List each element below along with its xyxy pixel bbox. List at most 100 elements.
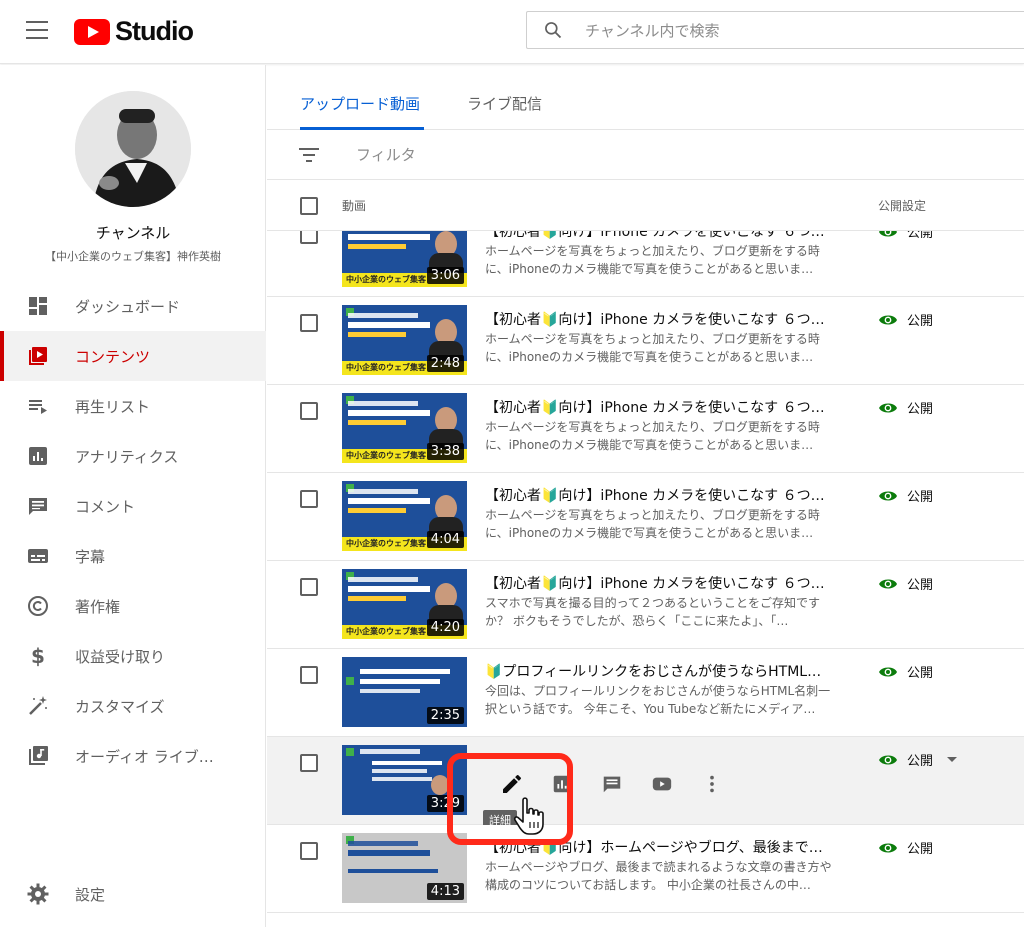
visibility-label: 公開 bbox=[907, 402, 934, 417]
video-thumbnail[interactable]: 4:13 bbox=[342, 833, 467, 903]
visibility-dropdown[interactable]: 公開 bbox=[878, 750, 958, 769]
table-row[interactable]: 中小企業のウェブ集客 4:20 【初心者🔰向け】iPhone カメラを使いこなす… bbox=[267, 561, 1024, 649]
sidebar-item-label: 著作権 bbox=[75, 598, 121, 616]
hand-cursor-icon bbox=[513, 797, 544, 835]
video-thumbnail[interactable]: 中小企業のウェブ集客 3:06 bbox=[342, 231, 467, 287]
sidebar-item-label: 字幕 bbox=[75, 548, 106, 566]
visibility-status[interactable]: 公開 bbox=[878, 838, 933, 857]
sidebar-item-label: ダッシュボード bbox=[75, 298, 181, 316]
table-row[interactable]: 中小企業のウェブ集客 4:04 【初心者🔰向け】iPhone カメラを使いこなす… bbox=[267, 473, 1024, 561]
video-duration: 4:04 bbox=[426, 531, 464, 548]
visibility-status[interactable]: 公開 bbox=[878, 231, 933, 241]
view-on-youtube-button[interactable] bbox=[637, 769, 687, 799]
sidebar-item-customize[interactable]: カスタマイズ bbox=[0, 681, 266, 731]
thumbnail-caption: 中小企業のウェブ集客 bbox=[346, 539, 426, 548]
sidebar-item-monetization[interactable]: $ 収益受け取り bbox=[0, 631, 266, 681]
select-all-checkbox[interactable] bbox=[300, 197, 318, 215]
sidebar-item-copyright[interactable]: 著作権 bbox=[0, 581, 266, 631]
eye-icon bbox=[879, 231, 897, 236]
column-header-visibility[interactable]: 公開設定 bbox=[878, 197, 926, 214]
video-duration: 4:13 bbox=[426, 883, 464, 900]
table-row[interactable]: 中小企業のウェブ集客 2:48 【初心者🔰向け】iPhone カメラを使いこなす… bbox=[267, 297, 1024, 385]
menu-icon[interactable] bbox=[26, 21, 48, 39]
video-description: ホームページやブログ、最後まで読まれるような文章の書き方や構成のコツについてお話… bbox=[485, 860, 832, 892]
video-title[interactable]: 【初心者🔰向け】iPhone カメラを使いこなす ６つの撮… bbox=[485, 231, 835, 241]
sidebar-item-audio-library[interactable]: オーディオ ライブ… bbox=[0, 731, 266, 781]
video-description: ホームページを写真をちょっと加えたり、ブログ更新をする時に、iPhoneのカメラ… bbox=[485, 508, 820, 540]
more-options-button[interactable] bbox=[687, 769, 737, 799]
video-thumbnail[interactable]: 2:35 bbox=[342, 657, 467, 727]
row-checkbox[interactable] bbox=[300, 402, 318, 420]
search-icon[interactable] bbox=[543, 20, 563, 40]
table-row[interactable]: 中小企業のウェブ集客 3:06 【初心者🔰向け】iPhone カメラを使いこなす… bbox=[267, 231, 1024, 297]
table-row[interactable]: 3:29 詳細 公開 bbox=[267, 737, 1024, 830]
table-row[interactable]: 4:13 【初心者🔰向け】ホームページやブログ、最後まで読ま… ホームページやブ… bbox=[267, 825, 1024, 913]
sidebar-item-playlists[interactable]: 再生リスト bbox=[0, 381, 266, 431]
more-vert-icon bbox=[710, 775, 714, 793]
column-header-video: 動画 bbox=[342, 199, 367, 213]
row-checkbox[interactable] bbox=[300, 490, 318, 508]
dollar-icon: $ bbox=[31, 644, 45, 668]
youtube-studio-logo[interactable]: Studio bbox=[74, 16, 194, 47]
copyright-icon bbox=[28, 596, 48, 616]
video-thumbnail[interactable]: 中小企業のウェブ集客 4:20 bbox=[342, 569, 467, 639]
dashboard-icon bbox=[29, 297, 47, 315]
thumbnail-caption: 中小企業のウェブ集客 bbox=[346, 275, 426, 284]
sidebar-item-analytics[interactable]: アナリティクス bbox=[0, 431, 266, 481]
visibility-status[interactable]: 公開 bbox=[878, 574, 933, 593]
channel-name: チャンネル bbox=[95, 224, 171, 242]
tab-bar: アップロード動画 ライブ配信 bbox=[267, 65, 1024, 130]
video-duration: 2:35 bbox=[426, 707, 464, 724]
tab-uploads[interactable]: アップロード動画 bbox=[300, 93, 420, 114]
comments-button[interactable] bbox=[587, 769, 637, 799]
search-input[interactable] bbox=[585, 18, 1005, 44]
filter-icon[interactable] bbox=[299, 146, 319, 164]
tab-live[interactable]: ライブ配信 bbox=[467, 93, 542, 114]
chevron-down-icon[interactable] bbox=[947, 757, 958, 762]
visibility-status[interactable]: 公開 bbox=[878, 310, 933, 329]
video-title[interactable]: 【初心者🔰向け】iPhone カメラを使いこなす ６つの撮… bbox=[485, 397, 835, 417]
row-checkbox[interactable] bbox=[300, 231, 318, 244]
visibility-status[interactable]: 公開 bbox=[878, 398, 933, 417]
video-thumbnail[interactable]: 中小企業のウェブ集客 2:48 bbox=[342, 305, 467, 375]
filter-label[interactable]: フィルタ bbox=[356, 144, 416, 165]
video-thumbnail[interactable]: 中小企業のウェブ集客 3:38 bbox=[342, 393, 467, 463]
sidebar-item-label: オーディオ ライブ… bbox=[75, 748, 214, 766]
video-description: スマホで写真を撮る目的って２つあるということをご存知ですか？ ボクもそうでしたが… bbox=[485, 596, 821, 628]
magic-wand-icon bbox=[29, 696, 47, 715]
youtube-icon bbox=[652, 777, 672, 791]
sidebar-item-dashboard[interactable]: ダッシュボード bbox=[0, 281, 266, 331]
video-title[interactable]: 🔰プロフィールリンクをおじさんが使うならHTML名刺… bbox=[485, 661, 835, 681]
avatar[interactable] bbox=[75, 91, 191, 207]
visibility-label: 公開 bbox=[907, 231, 934, 241]
sidebar-item-settings[interactable]: 設定 bbox=[0, 869, 266, 919]
row-checkbox[interactable] bbox=[300, 842, 318, 860]
top-bar: Studio bbox=[0, 0, 1024, 64]
visibility-status[interactable]: 公開 bbox=[878, 662, 933, 681]
video-description: 今回は、プロフィールリンクをおじさんが使うならHTML名刺一択という話です。 今… bbox=[485, 684, 831, 716]
row-checkbox[interactable] bbox=[300, 578, 318, 596]
video-thumbnail[interactable]: 中小企業のウェブ集客 4:04 bbox=[342, 481, 467, 551]
video-title[interactable]: 【初心者🔰向け】iPhone カメラを使いこなす ６つの撮… bbox=[485, 573, 835, 593]
row-checkbox[interactable] bbox=[300, 754, 318, 772]
sidebar-item-content[interactable]: コンテンツ bbox=[0, 331, 266, 381]
video-title[interactable]: 【初心者🔰向け】iPhone カメラを使いこなす ６つの撮… bbox=[485, 309, 835, 329]
eye-icon bbox=[879, 579, 897, 588]
video-duration: 2:48 bbox=[426, 355, 464, 372]
search-box[interactable] bbox=[526, 11, 1024, 49]
comment-icon bbox=[603, 776, 621, 793]
eye-icon bbox=[879, 843, 897, 852]
table-row[interactable]: 中小企業のウェブ集客 3:38 【初心者🔰向け】iPhone カメラを使いこなす… bbox=[267, 385, 1024, 473]
table-row[interactable]: 2:35 🔰プロフィールリンクをおじさんが使うならHTML名刺… 今回は、プロフ… bbox=[267, 649, 1024, 737]
row-checkbox[interactable] bbox=[300, 314, 318, 332]
filter-bar[interactable]: フィルタ bbox=[267, 130, 1024, 180]
video-description: ホームページを写真をちょっと加えたり、ブログ更新をする時に、iPhoneのカメラ… bbox=[485, 244, 820, 276]
video-title[interactable]: 【初心者🔰向け】iPhone カメラを使いこなす ６つの撮… bbox=[485, 485, 835, 505]
sidebar-item-comments[interactable]: コメント bbox=[0, 481, 266, 531]
sidebar-item-label: 収益受け取り bbox=[75, 648, 166, 666]
sidebar-item-subtitles[interactable]: 字幕 bbox=[0, 531, 266, 581]
visibility-status[interactable]: 公開 bbox=[878, 486, 933, 505]
video-duration: 3:06 bbox=[426, 267, 464, 284]
row-checkbox[interactable] bbox=[300, 666, 318, 684]
thumbnail-caption: 中小企業のウェブ集客 bbox=[346, 363, 426, 372]
